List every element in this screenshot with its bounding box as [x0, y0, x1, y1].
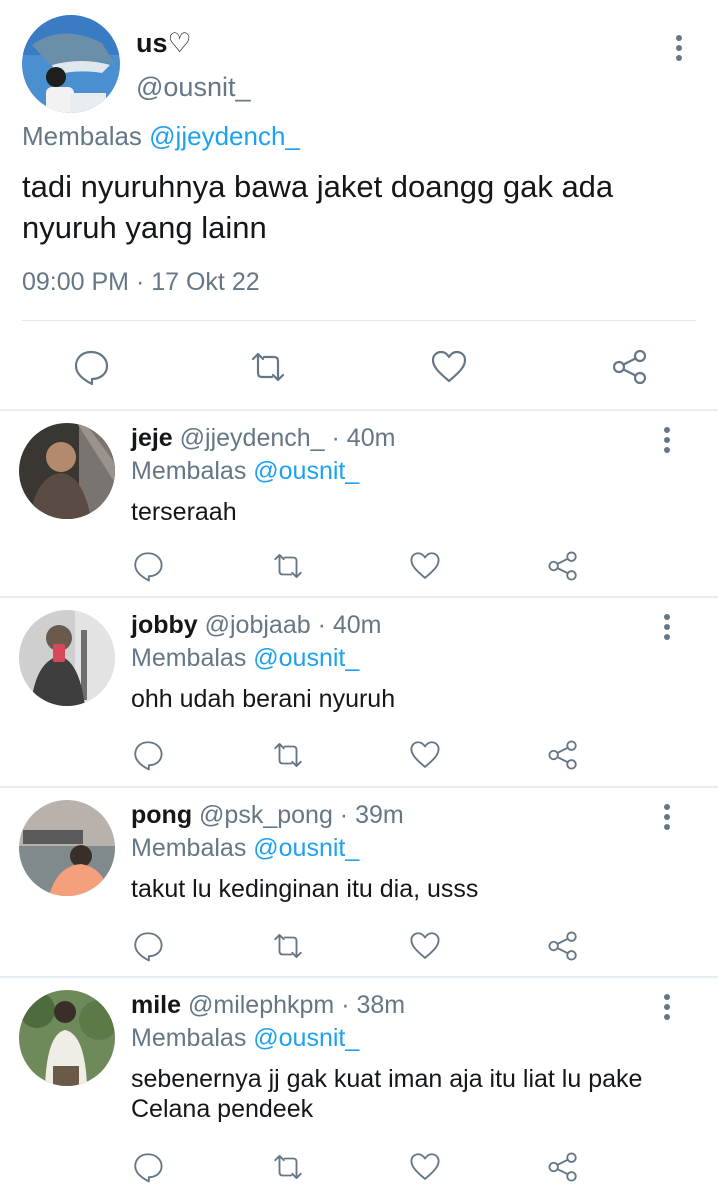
- retweet-icon[interactable]: [271, 1150, 305, 1184]
- avatar[interactable]: [19, 610, 115, 706]
- replying-prefix: Membalas: [131, 834, 254, 862]
- like-icon[interactable]: [408, 929, 442, 963]
- replying-mention[interactable]: @ousnit_: [253, 457, 359, 485]
- display-name[interactable]: mile: [131, 991, 181, 1019]
- share-icon[interactable]: [546, 1150, 580, 1184]
- reply-text: ohh udah berani nyuruh: [131, 685, 396, 713]
- user-handle[interactable]: @psk_pong: [199, 801, 333, 829]
- like-icon[interactable]: [429, 347, 469, 387]
- tweet-timestamp[interactable]: 09:00 PM · 17 Okt 22: [22, 268, 260, 297]
- replying-to: Membalas @jjeydench_: [22, 121, 300, 152]
- reply-icon[interactable]: [131, 1150, 165, 1184]
- more-options-icon[interactable]: [654, 802, 680, 832]
- replying-mention[interactable]: @ousnit_: [253, 834, 359, 862]
- reply-tweet[interactable]: jobby @jobjaab · 40m Membalas @ousnit_ o…: [0, 598, 718, 786]
- reply-header: mile @milephkpm · 38m: [131, 991, 405, 1020]
- replying-mention[interactable]: @ousnit_: [253, 644, 359, 672]
- reply-icon[interactable]: [131, 549, 165, 583]
- replying-mention[interactable]: @ousnit_: [253, 1024, 359, 1052]
- reply-header: jobby @jobjaab · 40m: [131, 611, 382, 640]
- avatar[interactable]: [22, 15, 120, 113]
- reply-header: pong @psk_pong · 39m: [131, 801, 404, 830]
- share-icon[interactable]: [546, 929, 580, 963]
- user-handle[interactable]: @jjeydench_: [180, 424, 325, 452]
- main-tweet: us♡ @ousnit_ Membalas @jjeydench_ tadi n…: [0, 0, 718, 410]
- user-handle[interactable]: @ousnit_: [136, 72, 250, 103]
- avatar[interactable]: [19, 990, 115, 1086]
- reply-icon[interactable]: [71, 347, 111, 387]
- reply-tweet[interactable]: mile @milephkpm · 38m Membalas @ousnit_ …: [0, 978, 718, 1200]
- retweet-icon[interactable]: [271, 929, 305, 963]
- reply-text: sebenernya jj gak kuat iman aja itu liat…: [131, 1065, 643, 1123]
- reply-icon[interactable]: [131, 738, 165, 772]
- replying-to: Membalas @ousnit_: [131, 457, 359, 486]
- replying-prefix: Membalas: [131, 457, 254, 485]
- replying-to: Membalas @ousnit_: [131, 644, 359, 673]
- avatar[interactable]: [19, 800, 115, 896]
- like-icon[interactable]: [408, 738, 442, 772]
- replying-prefix: Membalas: [131, 644, 254, 672]
- reply-header: jeje @jjeydench_ · 40m: [131, 424, 395, 453]
- reply-tweet[interactable]: pong @psk_pong · 39m Membalas @ousnit_ t…: [0, 788, 718, 976]
- reply-icon[interactable]: [131, 929, 165, 963]
- retweet-icon[interactable]: [271, 549, 305, 583]
- share-icon[interactable]: [546, 738, 580, 772]
- user-handle[interactable]: @jobjaab: [205, 611, 311, 639]
- retweet-icon[interactable]: [271, 738, 305, 772]
- avatar[interactable]: [19, 423, 115, 519]
- reply-time: · 40m: [324, 424, 396, 452]
- reply-text: takut lu kedinginan itu dia, usss: [131, 875, 479, 903]
- share-icon[interactable]: [610, 347, 650, 387]
- replying-to: Membalas @ousnit_: [131, 834, 359, 863]
- user-handle[interactable]: @milephkpm: [188, 991, 334, 1019]
- reply-tweet[interactable]: jeje @jjeydench_ · 40m Membalas @ousnit_…: [0, 411, 718, 596]
- reply-time: · 38m: [334, 991, 406, 1019]
- reply-time: · 40m: [310, 611, 382, 639]
- display-name[interactable]: pong: [131, 801, 192, 829]
- replying-prefix: Membalas: [131, 1024, 254, 1052]
- reply-time: · 39m: [332, 801, 404, 829]
- share-icon[interactable]: [546, 549, 580, 583]
- replying-mention[interactable]: @jjeydench_: [149, 121, 300, 151]
- display-name[interactable]: jobby: [131, 611, 198, 639]
- replying-to: Membalas @ousnit_: [131, 1024, 359, 1053]
- retweet-icon[interactable]: [248, 347, 288, 387]
- display-name[interactable]: us♡: [136, 28, 192, 59]
- reply-text: terseraah: [131, 498, 237, 526]
- more-options-icon[interactable]: [654, 425, 680, 455]
- more-options-icon[interactable]: [654, 612, 680, 642]
- more-options-icon[interactable]: [654, 992, 680, 1022]
- replying-prefix: Membalas: [22, 121, 150, 151]
- more-options-icon[interactable]: [666, 32, 692, 64]
- divider: [22, 320, 696, 321]
- like-icon[interactable]: [408, 549, 442, 583]
- like-icon[interactable]: [408, 1150, 442, 1184]
- tweet-text: tadi nyuruhnya bawa jaket doangg gak ada…: [22, 169, 614, 245]
- display-name[interactable]: jeje: [131, 424, 173, 452]
